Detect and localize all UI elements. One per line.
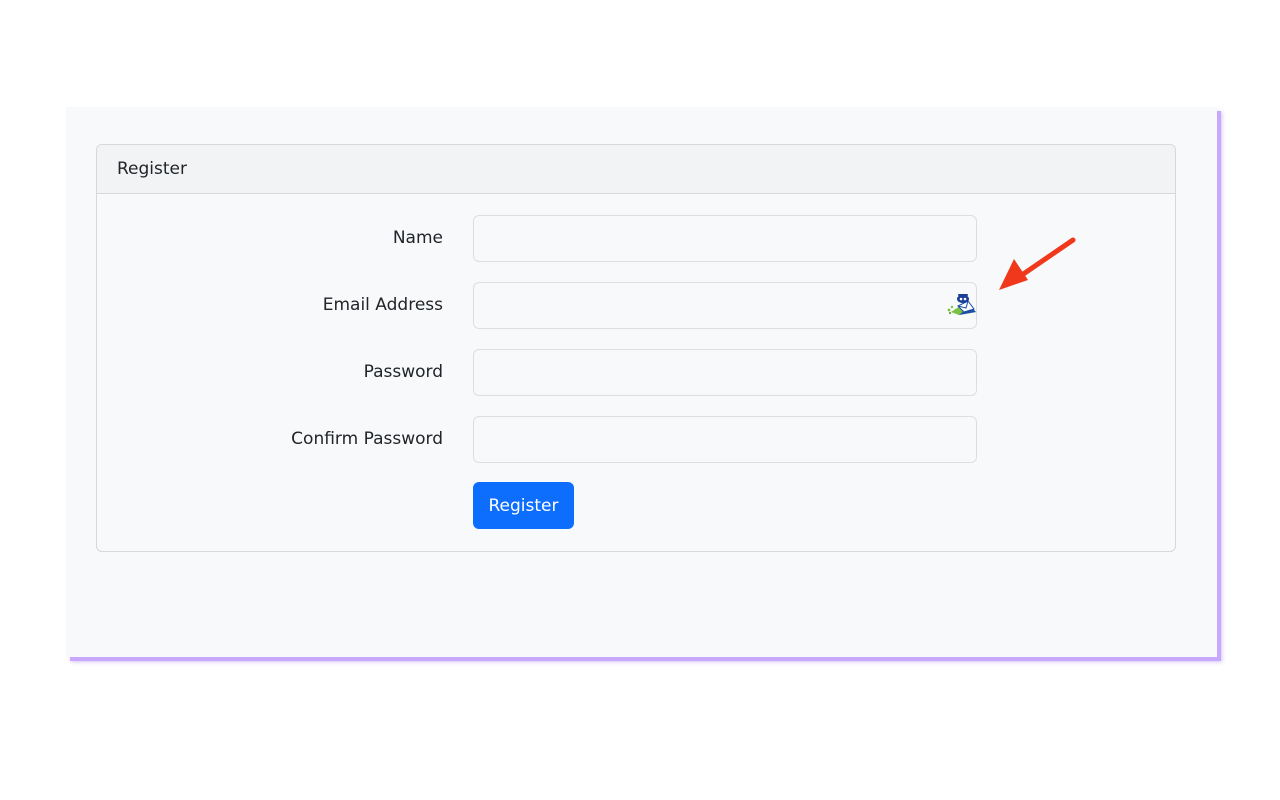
password-label: Password	[363, 362, 443, 382]
name-input[interactable]	[473, 215, 977, 262]
confirm-password-input[interactable]	[473, 416, 977, 463]
email-label: Email Address	[322, 295, 443, 315]
password-input[interactable]	[473, 349, 977, 396]
red-arrow-icon	[999, 237, 1076, 290]
register-card: Register Name Email Address Password Con…	[96, 144, 1176, 552]
card-header: Register	[97, 145, 1175, 194]
confirm-password-label: Confirm Password	[291, 429, 443, 449]
name-label: Name	[392, 228, 443, 248]
form-row-password: Password	[97, 349, 1175, 396]
card-title: Register	[117, 159, 187, 179]
form-row-confirm-password: Confirm Password	[97, 416, 1175, 463]
email-input[interactable]	[473, 282, 977, 329]
mail-extension-icon[interactable]	[946, 293, 978, 317]
screenshot-frame: Register Name Email Address Password Con…	[66, 107, 1217, 657]
register-button[interactable]: Register	[473, 482, 574, 529]
